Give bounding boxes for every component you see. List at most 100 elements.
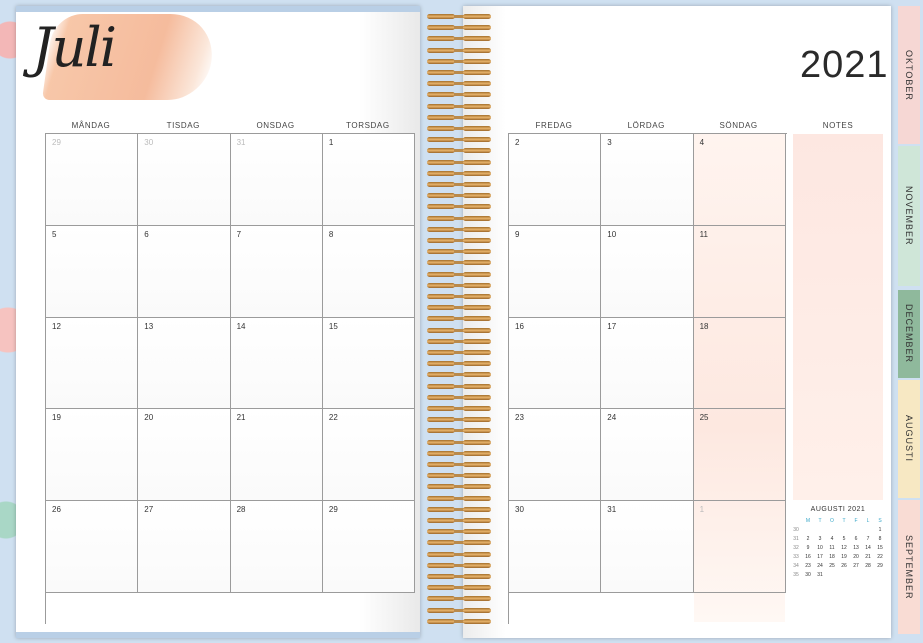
spiral-coil (425, 450, 493, 457)
mini-day-header (790, 516, 802, 525)
day-cell[interactable]: 5 (46, 225, 139, 318)
spiral-coil (425, 518, 493, 524)
day-cell[interactable]: 25 (693, 409, 786, 502)
tab-augusti[interactable]: AUGUSTI (898, 380, 920, 498)
day-number: 4 (699, 138, 705, 147)
mini-day-header: T (842, 517, 846, 524)
spiral-coil (425, 170, 493, 177)
day-number: 7 (236, 229, 242, 239)
day-cell[interactable]: 11 (693, 225, 786, 318)
mini-day: 9 (806, 544, 810, 551)
tab-november[interactable]: NOVEMBER (898, 146, 920, 286)
day-cell[interactable]: 20 (138, 409, 231, 502)
mini-week-number: 30 (793, 526, 799, 533)
day-cell[interactable]: 18 (693, 317, 786, 410)
day-cell[interactable]: 27 (138, 501, 231, 593)
day-cell[interactable]: 8 (322, 225, 416, 318)
mini-week-number: 35 (793, 571, 799, 578)
day-cell[interactable]: 1 (322, 134, 416, 226)
day-header-torsdag: TORSDAG (346, 121, 390, 130)
day-header-onsdag: ONSDAG (256, 121, 295, 130)
mini-week-number: 31 (793, 535, 799, 542)
day-cell[interactable]: 10 (601, 225, 694, 318)
day-cell[interactable]: 13 (138, 317, 231, 410)
mini-day: 13 (853, 544, 859, 551)
spiral-coil (425, 271, 493, 278)
mini-day: 11 (829, 544, 835, 551)
spiral-coil (425, 226, 493, 233)
page-edge-bottom (16, 632, 420, 638)
day-cell[interactable]: 22 (322, 409, 416, 502)
day-cell[interactable]: 4 (693, 134, 786, 226)
spiral-coil (425, 81, 493, 87)
day-cell[interactable]: 30 (138, 134, 231, 226)
day-cell[interactable]: 23 (509, 409, 602, 502)
day-cell[interactable]: 6 (138, 225, 231, 318)
mini-day: 15 (877, 544, 883, 551)
spiral-coil (425, 585, 493, 591)
tab-oktober[interactable]: OKTOBER (898, 6, 920, 144)
day-cell[interactable]: 14 (230, 317, 323, 410)
day-cell[interactable]: 28 (230, 501, 323, 593)
spiral-coil (425, 103, 493, 110)
day-cell[interactable]: 12 (46, 317, 139, 410)
tab-label: SEPTEMBER (904, 534, 914, 600)
spiral-coil (425, 327, 493, 334)
spiral-coil (425, 540, 493, 546)
day-cell[interactable]: 3 (601, 134, 694, 226)
day-cell[interactable]: 31 (230, 134, 323, 226)
day-cell[interactable]: 26 (46, 501, 139, 593)
mini-day (850, 570, 862, 579)
mini-day: 25 (829, 562, 835, 569)
spiral-binding (425, 14, 493, 632)
day-cell[interactable]: 31 (601, 501, 694, 593)
day-cell[interactable]: 21 (230, 409, 323, 502)
mini-day: 31 (817, 571, 823, 578)
day-cell[interactable]: 2 (509, 134, 602, 226)
mini-day-header: S (878, 517, 882, 524)
day-cell[interactable]: 29 (46, 134, 139, 226)
mini-day (826, 525, 838, 534)
right-calendar-grid: 2 3 4 9 10 11 16 17 18 23 24 25 30 31 1 (508, 133, 787, 624)
mini-day: 19 (841, 553, 847, 560)
tab-september[interactable]: SEPTEMBER (898, 500, 920, 634)
spiral-coil (425, 361, 493, 367)
mini-week-number: 32 (793, 544, 799, 551)
spiral-coil (425, 473, 493, 479)
day-header-fredag: FREDAG (535, 121, 573, 130)
mini-day (826, 570, 838, 579)
notes-label: NOTES (822, 121, 854, 130)
day-number: 30 (144, 138, 154, 147)
mini-day: 18 (829, 553, 835, 560)
day-cell[interactable]: 1 (693, 501, 786, 593)
mini-day-header: F (854, 517, 858, 524)
spiral-coil (425, 126, 493, 132)
mini-day: 22 (877, 553, 883, 560)
mini-day (814, 525, 826, 534)
notes-area[interactable] (793, 134, 883, 500)
day-cell[interactable]: 24 (601, 409, 694, 502)
day-cell[interactable]: 19 (46, 409, 139, 502)
day-cell[interactable]: 29 (322, 501, 416, 593)
mini-day: 2 (806, 535, 810, 542)
spiral-coil (425, 159, 493, 166)
day-cell[interactable]: 9 (509, 225, 602, 318)
tab-december[interactable]: DECEMBER (898, 290, 920, 378)
spiral-coil (425, 137, 493, 143)
day-cell[interactable]: 15 (322, 317, 416, 410)
day-number: 3 (607, 138, 612, 147)
day-header-måndag: MÅNDAG (71, 121, 111, 130)
tab-label: DECEMBER (904, 304, 914, 364)
day-cell[interactable]: 16 (509, 317, 602, 410)
spiral-coil (425, 338, 493, 345)
spiral-coil (425, 484, 493, 490)
day-cell[interactable]: 17 (601, 317, 694, 410)
page-edge-top (16, 6, 420, 12)
mini-day (838, 570, 850, 579)
spiral-coil (425, 14, 493, 20)
day-cell[interactable]: 30 (509, 501, 602, 593)
day-number: 5 (52, 229, 57, 239)
mini-day: 7 (866, 535, 870, 542)
day-cell[interactable]: 7 (230, 225, 323, 318)
mini-day: 26 (841, 562, 847, 569)
